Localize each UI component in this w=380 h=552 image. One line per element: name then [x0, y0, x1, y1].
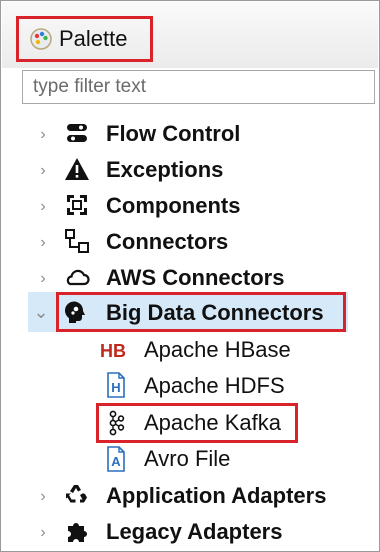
- chevron-right-icon[interactable]: ›: [34, 198, 52, 216]
- filter-field[interactable]: [22, 70, 375, 104]
- tree-item-label: AWS Connectors: [106, 265, 285, 290]
- filter-input[interactable]: [31, 75, 365, 99]
- tree-item-label: Exceptions: [106, 157, 224, 182]
- tree-item-label: Legacy Adapters: [106, 519, 283, 544]
- hbase-icon: HB: [100, 341, 126, 361]
- chevron-right-icon[interactable]: ›: [34, 162, 52, 180]
- tree-item-label: Apache HDFS: [144, 373, 285, 398]
- hdfs-icon: H: [106, 372, 126, 398]
- flow-control-icon: [64, 120, 90, 146]
- tree-item-label: Application Adapters: [106, 483, 327, 508]
- palette-tab[interactable]: Palette: [16, 16, 153, 62]
- chevron-right-icon[interactable]: ›: [34, 488, 52, 506]
- chevron-down-icon[interactable]: ⌄: [32, 302, 50, 322]
- avro-icon: A: [106, 446, 126, 472]
- recycle-icon: [64, 482, 90, 508]
- tree-gutter: [1, 104, 21, 550]
- chevron-right-icon[interactable]: ›: [34, 126, 52, 144]
- chevron-right-icon[interactable]: ›: [34, 270, 52, 288]
- components-icon: [64, 192, 90, 218]
- tree-item-label: Connectors: [106, 229, 229, 254]
- hdfs-icon-text: H: [111, 380, 120, 395]
- warning-icon: [64, 156, 90, 182]
- tree-item-label: Flow Control: [106, 121, 241, 146]
- tree-item-label: Apache HBase: [144, 337, 291, 362]
- avro-icon-text: A: [111, 454, 121, 469]
- chevron-right-icon[interactable]: ›: [34, 234, 52, 252]
- puzzle-icon: [64, 518, 90, 544]
- cloud-icon: [64, 264, 90, 290]
- chevron-right-icon[interactable]: ›: [34, 524, 52, 542]
- tree-item-label: Avro File: [144, 446, 231, 471]
- highlight-box: [56, 292, 346, 332]
- palette-icon: [29, 27, 53, 51]
- tree-item-label: Components: [106, 193, 241, 218]
- palette-title: Palette: [59, 26, 128, 51]
- highlight-box: [96, 403, 298, 443]
- connectors-icon: [64, 228, 90, 254]
